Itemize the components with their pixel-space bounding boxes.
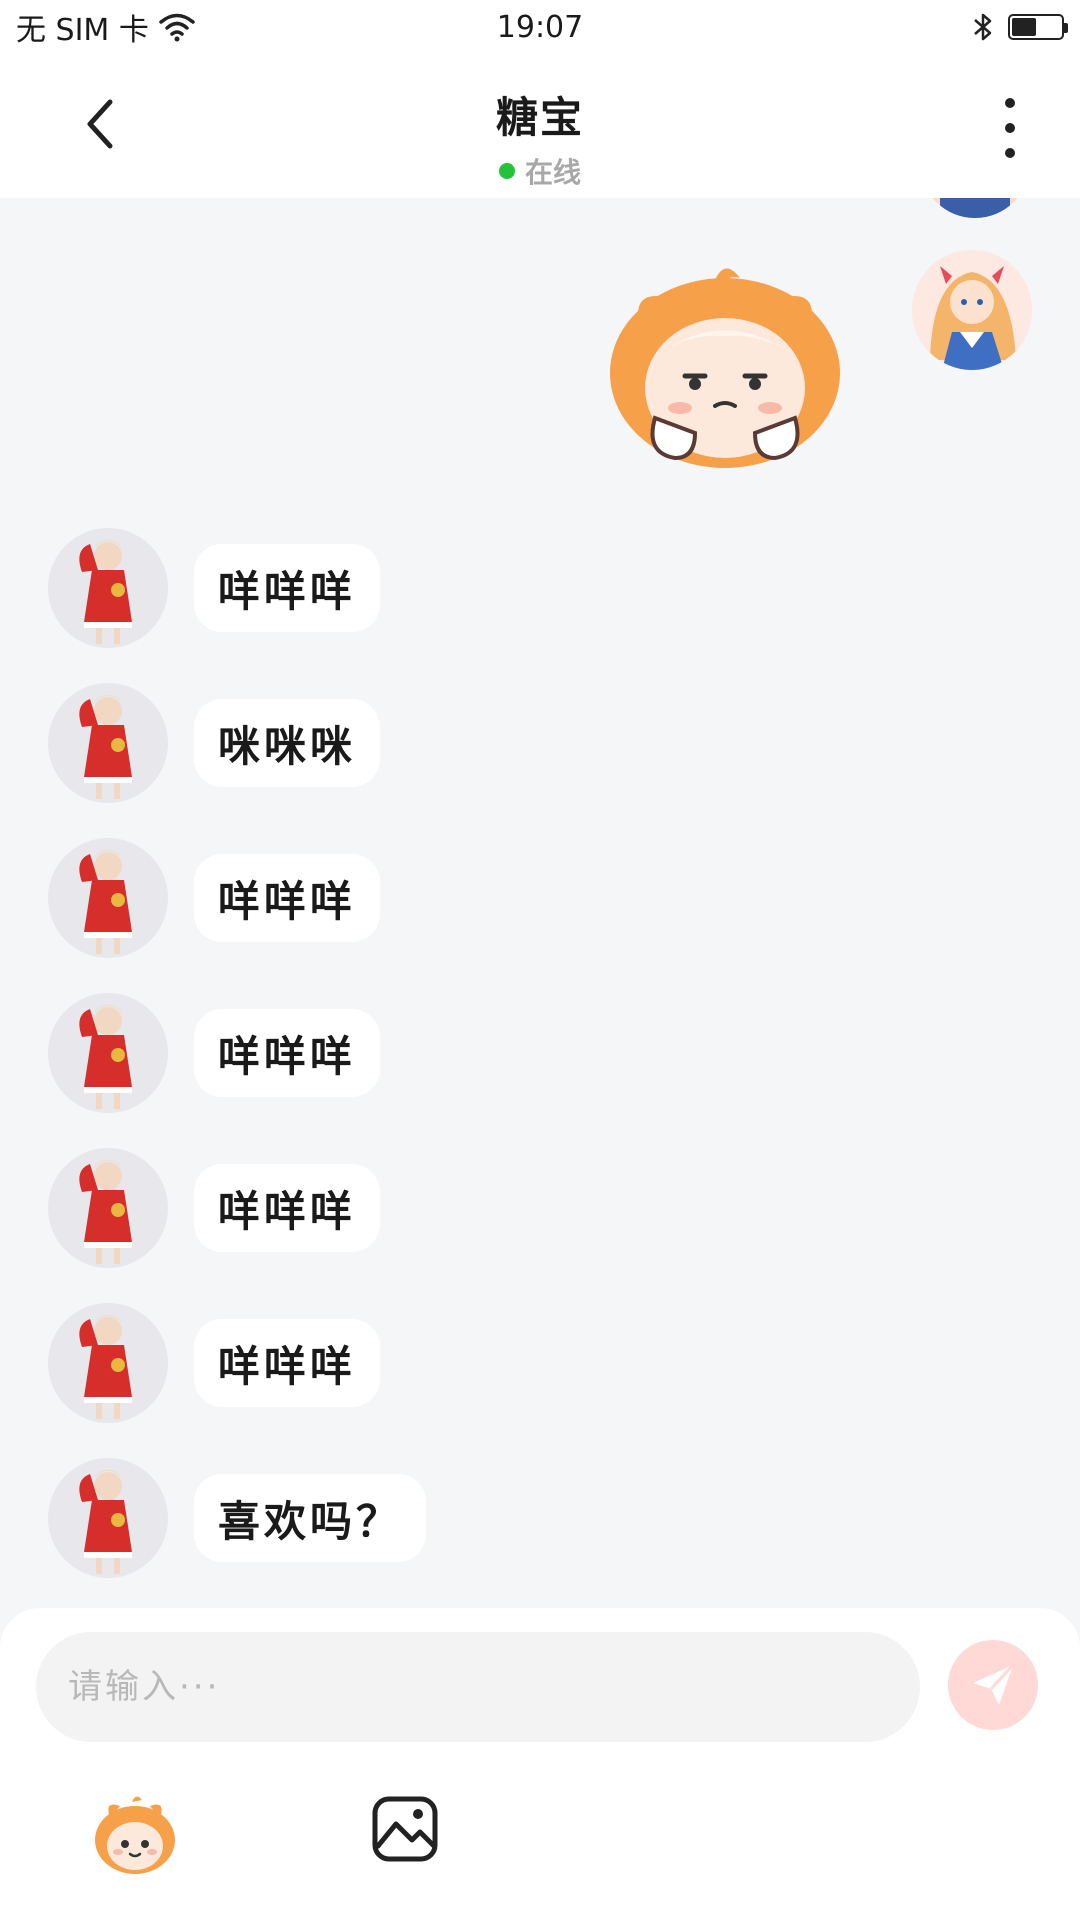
- chat-title: 糖宝: [495, 93, 584, 142]
- message-input[interactable]: [36, 1632, 920, 1742]
- list-item: 咪咪咪: [48, 683, 381, 803]
- avatar[interactable]: [48, 993, 168, 1113]
- list-item: 咩咩咩: [48, 528, 381, 648]
- list-item: 喜欢吗？: [48, 1458, 427, 1578]
- message-bubble[interactable]: 咪咪咪: [194, 699, 381, 787]
- sticker-message[interactable]: [600, 258, 850, 478]
- carrier-label: 无 SIM 卡: [16, 13, 149, 48]
- list-item: 咩咩咩: [48, 838, 381, 958]
- avatar-illustration: [79, 1160, 132, 1264]
- emoji-sticker-icon: [95, 1796, 175, 1874]
- image-icon: [372, 1796, 438, 1862]
- avatar-illustration: [912, 250, 1032, 370]
- avatar[interactable]: [48, 1148, 168, 1268]
- avatar[interactable]: [48, 528, 168, 648]
- send-button[interactable]: [948, 1640, 1038, 1730]
- message-bubble[interactable]: 喜欢吗？: [194, 1474, 427, 1562]
- avatar-illustration: [79, 1315, 132, 1419]
- emoji-button[interactable]: [90, 1788, 180, 1878]
- online-dot-icon: [498, 163, 515, 179]
- avatar-illustration: [79, 540, 132, 644]
- message-bubble[interactable]: 咩咩咩: [194, 544, 381, 632]
- more-vertical-icon: [1005, 98, 1015, 108]
- avatar[interactable]: [920, 198, 1030, 218]
- title-block: 糖宝 在线: [0, 84, 1080, 191]
- status-left: 无 SIM 卡: [16, 5, 197, 49]
- status-right: [972, 11, 1068, 43]
- status-bar: 无 SIM 卡 19:07: [0, 0, 1080, 54]
- presence-status: 在线: [0, 151, 1080, 191]
- presence-label: 在线: [524, 156, 581, 189]
- sticker-illustration: [610, 268, 840, 468]
- wifi-icon: [159, 13, 195, 42]
- message-bubble[interactable]: 咩咩咩: [194, 1009, 381, 1097]
- battery-fill: [1012, 18, 1036, 36]
- self-avatar[interactable]: [912, 250, 1032, 370]
- avatar-illustration: [79, 1005, 132, 1109]
- bluetooth-icon: [974, 13, 992, 41]
- avatar-illustration: [932, 198, 1018, 218]
- list-item: 咩咩咩: [48, 1303, 381, 1423]
- message-bubble[interactable]: 咩咩咩: [194, 1319, 381, 1407]
- avatar[interactable]: [48, 683, 168, 803]
- list-item: 咩咩咩: [48, 993, 381, 1113]
- message-bubble[interactable]: 咩咩咩: [194, 1164, 381, 1252]
- avatar-illustration: [79, 850, 132, 954]
- battery-icon: [1008, 14, 1068, 40]
- message-bubble[interactable]: 咩咩咩: [194, 854, 381, 942]
- avatar[interactable]: [48, 1303, 168, 1423]
- paper-plane-icon: [973, 1663, 1015, 1705]
- avatar-illustration: [79, 1470, 132, 1574]
- composer: [0, 1608, 1080, 1920]
- chat-header: 糖宝 在线: [0, 54, 1080, 198]
- message-list[interactable]: 咩咩咩 咪咪咪 咩咩咩 咩咩咩 咩咩咩 咩咩咩 喜欢吗？: [0, 198, 1080, 1608]
- avatar[interactable]: [48, 838, 168, 958]
- image-button[interactable]: [370, 1794, 440, 1864]
- list-item: 咩咩咩: [48, 1148, 381, 1268]
- avatar-illustration: [79, 695, 132, 799]
- more-button[interactable]: [990, 98, 1030, 158]
- avatar[interactable]: [48, 1458, 168, 1578]
